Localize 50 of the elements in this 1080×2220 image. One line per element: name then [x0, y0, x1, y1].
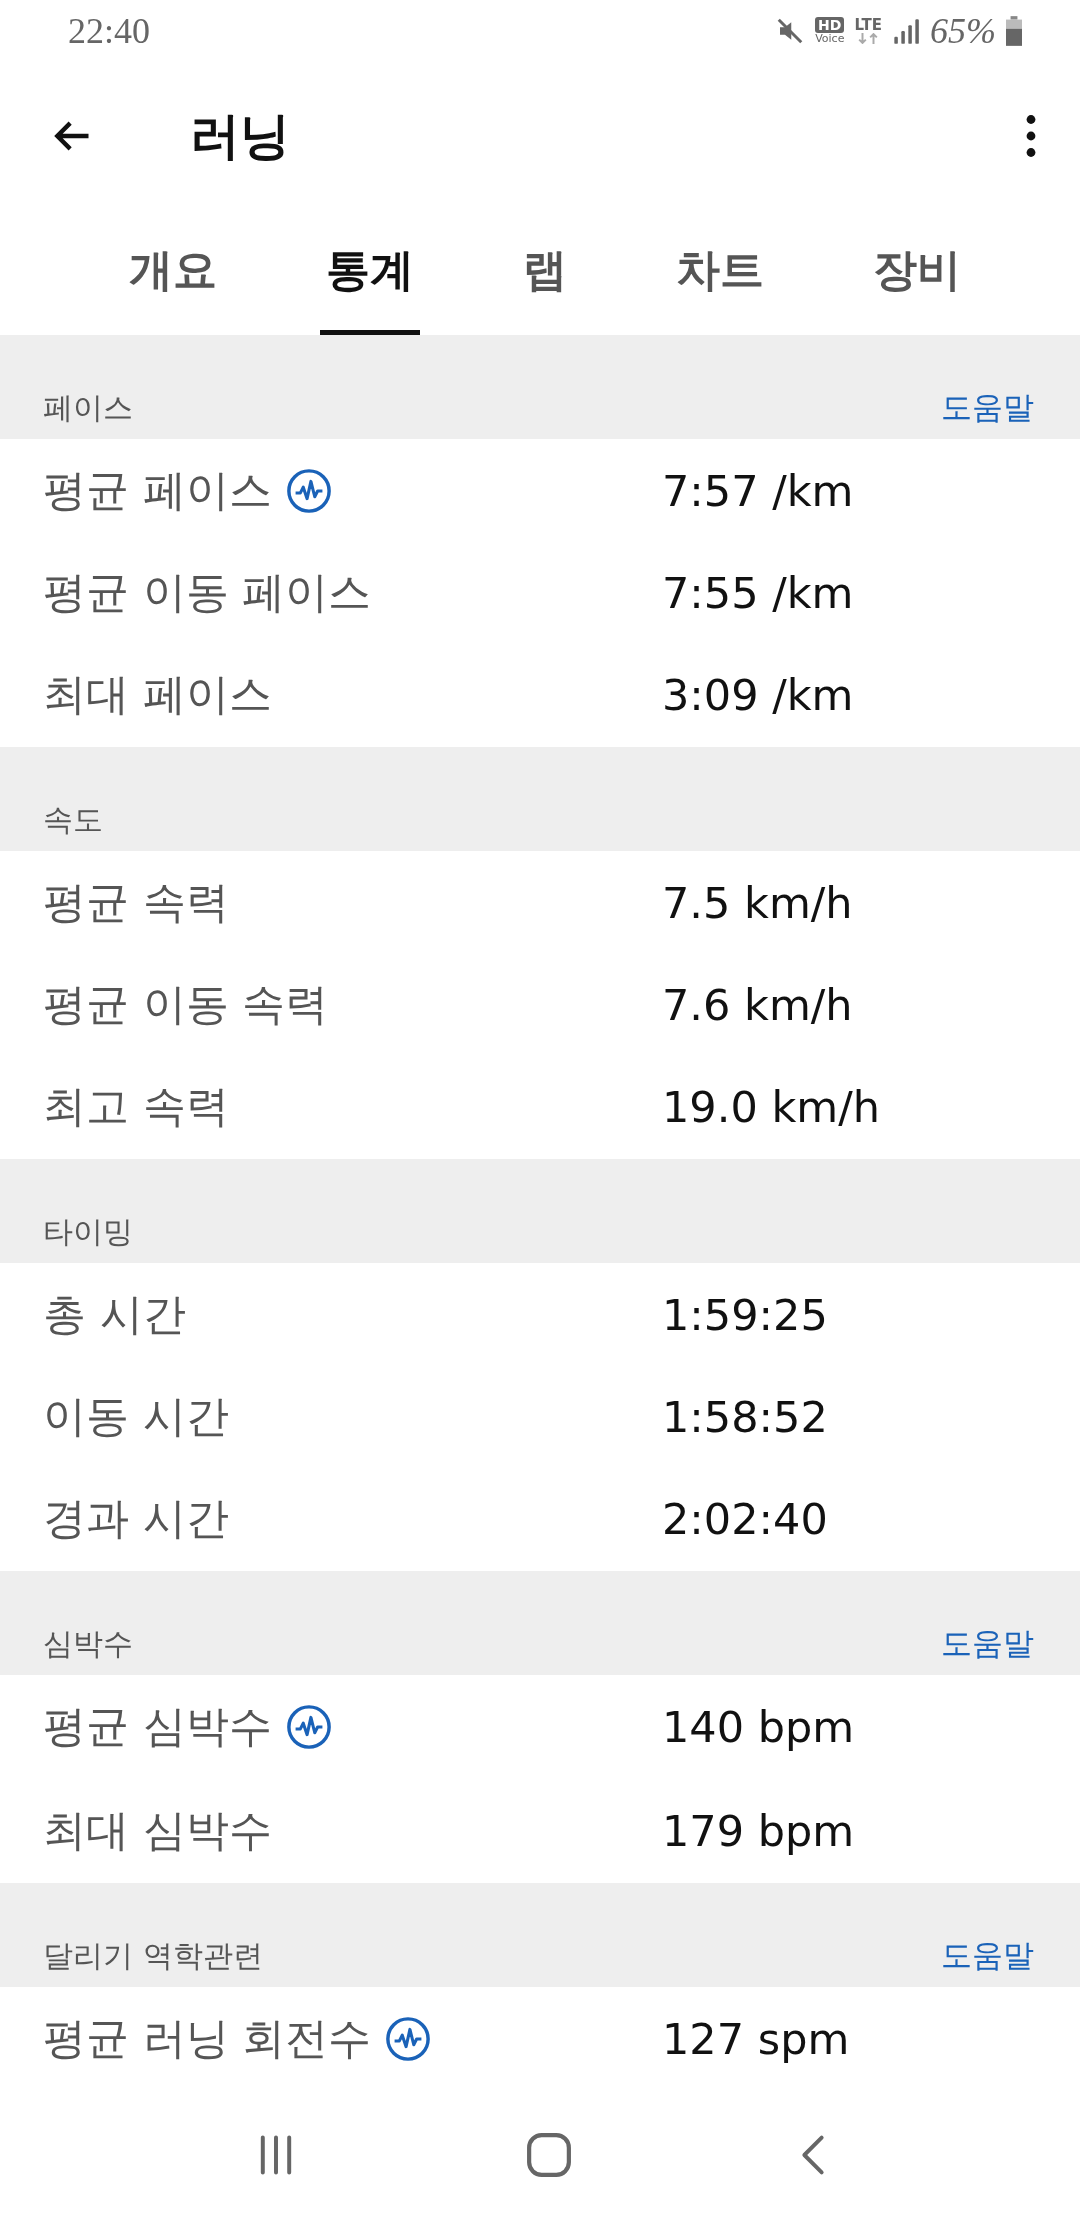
stat-label: 평균 이동 속력 — [43, 977, 329, 1031]
stat-value: 140 bpm — [662, 1701, 855, 1752]
section-title: 페이스 — [43, 388, 133, 427]
tab[interactable]: 차트 — [670, 211, 771, 335]
heartbeat-icon[interactable] — [285, 467, 332, 514]
voice-label: Voice — [815, 33, 845, 45]
battery-icon — [1006, 15, 1022, 46]
stat-label: 이동 시간 — [43, 1389, 229, 1443]
heartbeat-icon[interactable] — [385, 2015, 432, 2062]
stat-label: 최대 심박수 — [43, 1803, 272, 1857]
stat-label: 최대 페이스 — [43, 667, 272, 721]
tab[interactable]: 개요 — [122, 211, 223, 335]
help-link[interactable]: 도움말 — [941, 386, 1034, 429]
section-title: 타이밍 — [43, 1212, 133, 1251]
signal-icon — [892, 16, 920, 45]
stat-label: 총 시간 — [43, 1287, 186, 1341]
section-title: 달리기 역학관련 — [43, 1936, 263, 1975]
hd-label: HD — [815, 17, 845, 34]
more-options-icon[interactable] — [1026, 114, 1036, 159]
stat-value: 3:09 /km — [662, 669, 854, 720]
tab[interactable]: 장비 — [867, 211, 968, 335]
section-title: 속도 — [43, 800, 103, 839]
stat-label: 평균 페이스 — [43, 463, 272, 517]
stat-value: 1:59:25 — [662, 1289, 828, 1340]
home-icon[interactable] — [526, 2132, 572, 2179]
stat-value: 1:58:52 — [662, 1391, 828, 1442]
stat-label: 평균 속력 — [43, 875, 229, 929]
stat-label: 경과 시간 — [43, 1491, 229, 1545]
heartbeat-icon[interactable] — [285, 1703, 332, 1750]
stat-label: 평균 이동 페이스 — [43, 565, 372, 619]
stat-value: 7:57 /km — [662, 465, 854, 516]
data-arrows-icon — [857, 32, 880, 44]
stat-value: 2:02:40 — [662, 1493, 828, 1544]
section-title: 심박수 — [43, 1624, 133, 1663]
battery-percent: 65% — [930, 9, 996, 52]
stat-value: 7.6 km/h — [662, 979, 853, 1030]
stat-value: 19.0 km/h — [662, 1081, 880, 1132]
help-link[interactable]: 도움말 — [941, 1622, 1034, 1665]
tab[interactable]: 랩 — [516, 211, 573, 335]
screen-title: 러닝 — [190, 105, 291, 167]
help-link[interactable]: 도움말 — [941, 1934, 1034, 1977]
network-label: LTE — [854, 17, 882, 33]
stat-value: 7.5 km/h — [662, 877, 853, 928]
stat-value: 7:55 /km — [662, 567, 854, 618]
stat-label: 최고 속력 — [43, 1079, 229, 1133]
stat-value: 179 bpm — [662, 1805, 855, 1856]
stat-value: 127 spm — [662, 2013, 850, 2064]
stat-label: 평균 러닝 회전수 — [43, 2011, 372, 2065]
status-time: 22:40 — [68, 9, 150, 52]
stat-label: 평균 심박수 — [43, 1699, 272, 1753]
